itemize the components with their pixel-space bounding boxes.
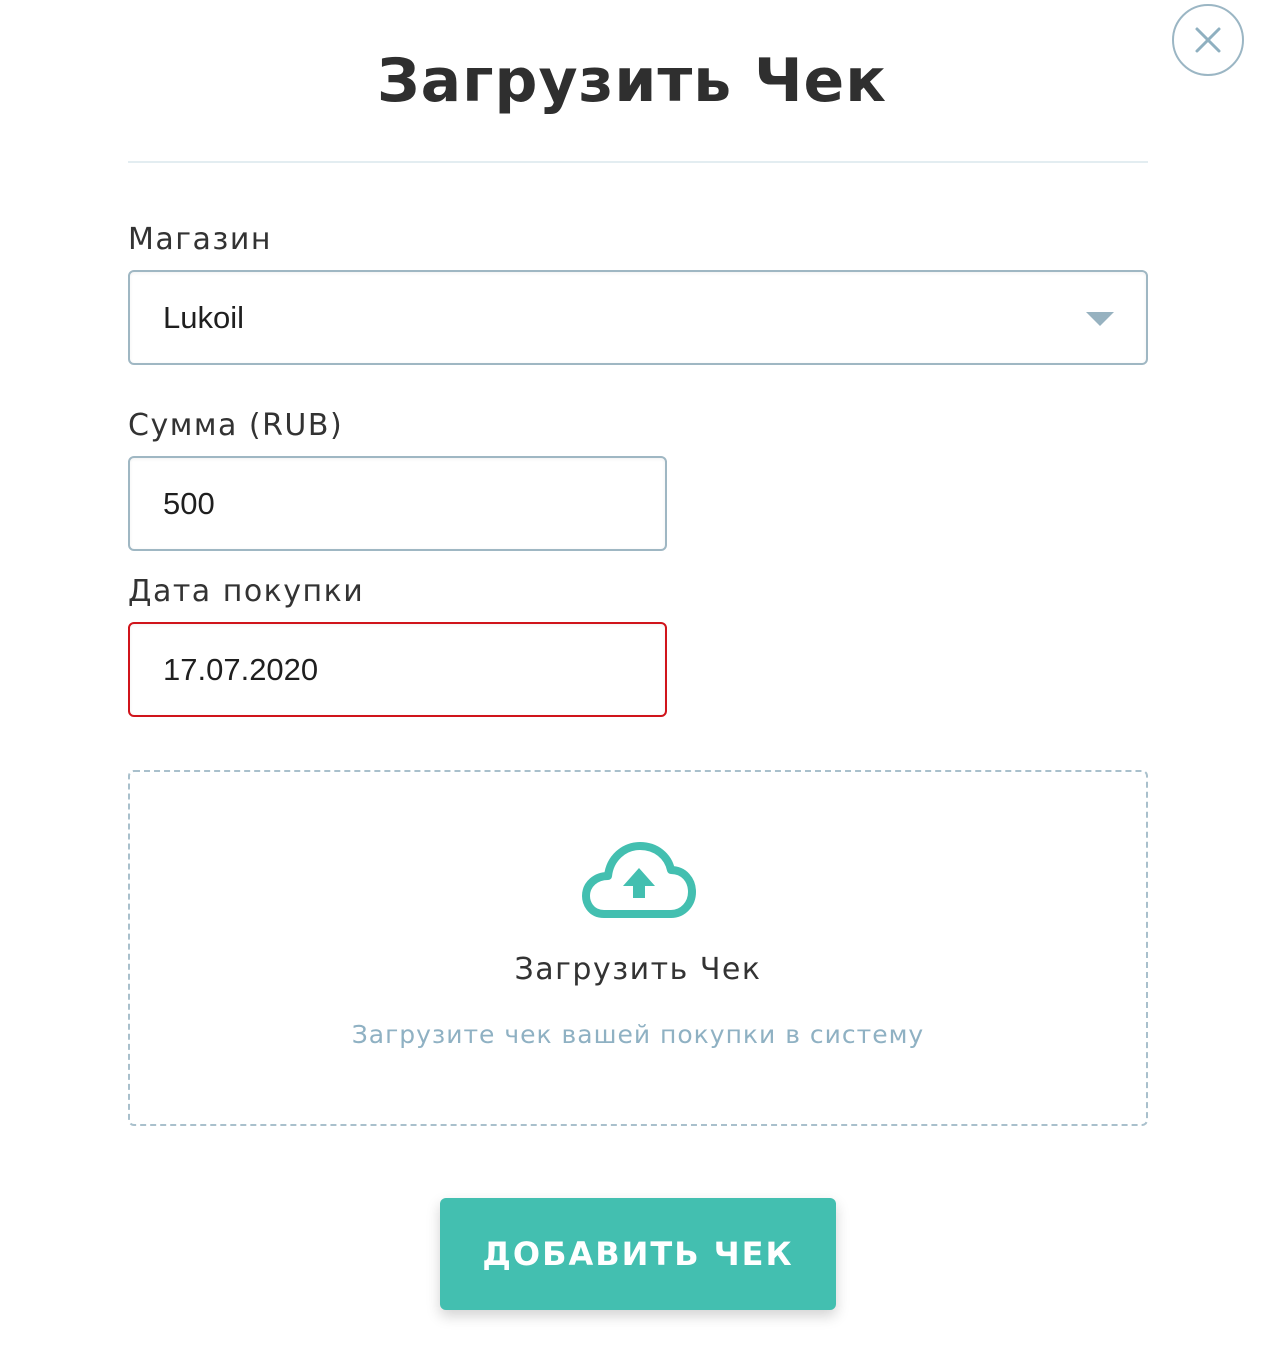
title-divider xyxy=(128,161,1148,163)
upload-subtitle: Загрузите чек вашей покупки в систему xyxy=(351,1020,925,1049)
amount-input-value: 500 xyxy=(163,485,215,521)
amount-label: Сумма (RUB) xyxy=(128,408,344,443)
store-select-value: Lukoil xyxy=(163,299,244,335)
receipt-upload-dropzone[interactable]: Загрузить Чек Загрузите чек вашей покупк… xyxy=(128,770,1148,1126)
chevron-down-icon xyxy=(1086,312,1114,326)
add-receipt-button[interactable]: ДОБАВИТЬ ЧЕК xyxy=(440,1198,836,1310)
purchase-date-label: Дата покупки xyxy=(128,574,365,609)
purchase-date-input-value: 17.07.2020 xyxy=(163,651,319,687)
amount-input[interactable]: 500 xyxy=(128,456,667,551)
upload-title: Загрузить Чек xyxy=(514,952,762,987)
purchase-date-input[interactable]: 17.07.2020 xyxy=(128,622,667,717)
store-label: Магазин xyxy=(128,222,272,257)
cloud-upload-icon xyxy=(582,842,696,918)
upload-receipt-modal: Загрузить Чек Магазин Lukoil Сумма (RUB)… xyxy=(0,0,1264,1372)
modal-title: Загрузить Чек xyxy=(377,46,887,116)
store-select[interactable]: Lukoil xyxy=(128,270,1148,365)
